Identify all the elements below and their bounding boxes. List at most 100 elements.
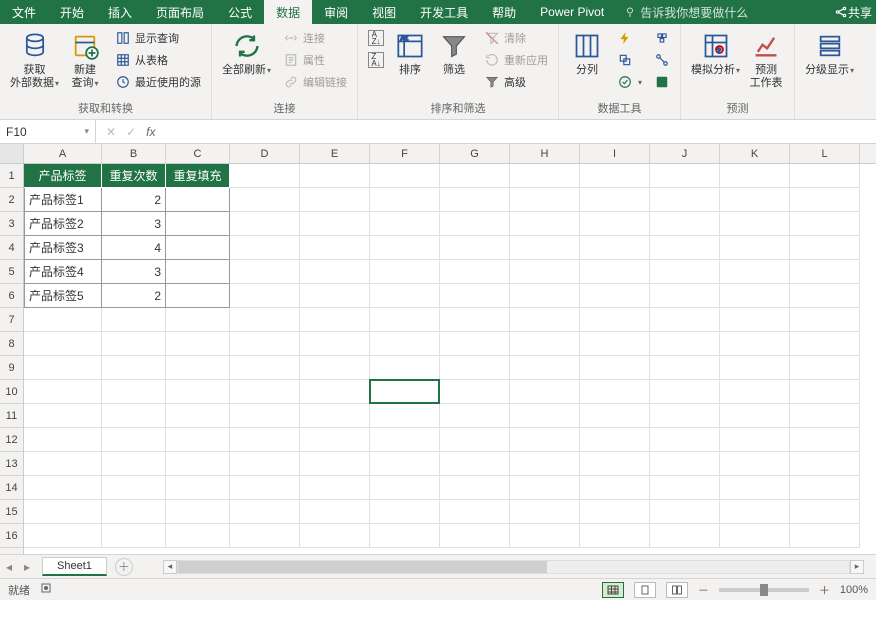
cell[interactable] xyxy=(230,308,300,332)
cell[interactable] xyxy=(102,476,166,500)
cell[interactable] xyxy=(580,284,650,308)
tab-home[interactable]: 开始 xyxy=(48,0,96,25)
row-header[interactable]: 3 xyxy=(0,212,23,236)
cell[interactable] xyxy=(230,356,300,380)
cell[interactable] xyxy=(440,164,510,188)
zoom-in-button[interactable]: ＋ xyxy=(819,582,830,598)
cell[interactable] xyxy=(370,188,440,212)
cell[interactable] xyxy=(166,452,230,476)
cell[interactable] xyxy=(166,212,230,236)
cell[interactable]: 产品标签5 xyxy=(24,284,102,308)
cell[interactable] xyxy=(370,260,440,284)
cell[interactable] xyxy=(720,356,790,380)
cell[interactable] xyxy=(580,356,650,380)
cell[interactable] xyxy=(102,380,166,404)
cell[interactable] xyxy=(230,332,300,356)
cell[interactable] xyxy=(510,284,580,308)
scroll-right-button[interactable]: ▸ xyxy=(850,560,864,574)
cell[interactable] xyxy=(24,380,102,404)
column-header[interactable]: H xyxy=(510,144,580,163)
cell[interactable] xyxy=(102,404,166,428)
row-header[interactable]: 9 xyxy=(0,356,23,380)
cell[interactable] xyxy=(790,260,860,284)
cell[interactable] xyxy=(510,308,580,332)
tab-developer[interactable]: 开发工具 xyxy=(408,0,480,25)
column-header[interactable]: J xyxy=(650,144,720,163)
whatif-button[interactable]: ? 模拟分析▾ xyxy=(687,28,744,79)
cell[interactable] xyxy=(580,260,650,284)
cell[interactable] xyxy=(166,308,230,332)
cell[interactable] xyxy=(300,308,370,332)
cell[interactable] xyxy=(650,332,720,356)
grid[interactable]: ABCDEFGHIJKL 产品标签重复次数重复填充产品标签12产品标签23产品标… xyxy=(24,144,876,554)
cell[interactable] xyxy=(370,332,440,356)
cell[interactable]: 2 xyxy=(102,284,166,308)
cell[interactable]: 4 xyxy=(102,236,166,260)
cell[interactable] xyxy=(440,476,510,500)
cell[interactable] xyxy=(230,404,300,428)
cell[interactable] xyxy=(720,260,790,284)
cell[interactable] xyxy=(650,428,720,452)
refresh-all-button[interactable]: 全部刷新▾ xyxy=(218,28,275,79)
cell[interactable] xyxy=(790,236,860,260)
cell[interactable] xyxy=(510,188,580,212)
zoom-out-button[interactable]: － xyxy=(698,582,709,598)
cell[interactable] xyxy=(230,284,300,308)
tab-view[interactable]: 视图 xyxy=(360,0,408,25)
cell[interactable] xyxy=(510,452,580,476)
show-queries-button[interactable]: 显示查询 xyxy=(111,28,205,48)
cell[interactable] xyxy=(300,524,370,548)
forecast-sheet-button[interactable]: 预测 工作表 xyxy=(744,28,788,92)
column-header[interactable]: K xyxy=(720,144,790,163)
horizontal-scrollbar[interactable]: ◂ ▸ xyxy=(163,560,864,574)
cell[interactable] xyxy=(166,524,230,548)
cell[interactable] xyxy=(650,452,720,476)
cell[interactable] xyxy=(166,500,230,524)
cell[interactable] xyxy=(650,164,720,188)
cell[interactable] xyxy=(510,164,580,188)
cell[interactable] xyxy=(440,260,510,284)
cell[interactable] xyxy=(370,236,440,260)
cell[interactable] xyxy=(510,380,580,404)
cell[interactable] xyxy=(440,332,510,356)
cell[interactable] xyxy=(580,380,650,404)
cell[interactable] xyxy=(24,524,102,548)
column-header[interactable]: F xyxy=(370,144,440,163)
cell[interactable] xyxy=(440,500,510,524)
cell[interactable] xyxy=(370,356,440,380)
cell[interactable] xyxy=(102,500,166,524)
cell[interactable] xyxy=(440,212,510,236)
cell[interactable]: 3 xyxy=(102,212,166,236)
data-validation-button[interactable]: ▾ xyxy=(613,72,646,92)
cell[interactable] xyxy=(300,476,370,500)
cell[interactable] xyxy=(440,428,510,452)
cell[interactable] xyxy=(580,308,650,332)
zoom-level[interactable]: 100% xyxy=(840,584,868,596)
sort-asc-button[interactable]: AZ↓ xyxy=(364,28,388,48)
cell[interactable] xyxy=(370,476,440,500)
cell[interactable] xyxy=(650,476,720,500)
cell[interactable] xyxy=(790,332,860,356)
remove-duplicates-button[interactable] xyxy=(613,50,646,70)
cell[interactable] xyxy=(580,428,650,452)
cell[interactable] xyxy=(370,284,440,308)
sheet-nav-next[interactable]: ▸ xyxy=(18,560,36,574)
cell[interactable] xyxy=(300,428,370,452)
zoom-slider[interactable] xyxy=(719,588,809,592)
cell[interactable] xyxy=(510,260,580,284)
scroll-left-button[interactable]: ◂ xyxy=(163,560,177,574)
cell[interactable] xyxy=(300,260,370,284)
cell[interactable] xyxy=(790,356,860,380)
cell[interactable] xyxy=(24,308,102,332)
consolidate-button[interactable] xyxy=(650,28,674,48)
view-normal-button[interactable] xyxy=(602,582,624,598)
add-sheet-button[interactable]: ＋ xyxy=(115,558,133,576)
cell[interactable] xyxy=(230,452,300,476)
cell[interactable] xyxy=(440,308,510,332)
cell[interactable] xyxy=(440,284,510,308)
tab-review[interactable]: 审阅 xyxy=(312,0,360,25)
row-header[interactable]: 15 xyxy=(0,500,23,524)
fx-icon[interactable]: fx xyxy=(146,125,155,139)
cell[interactable] xyxy=(510,404,580,428)
select-all-corner[interactable] xyxy=(0,144,23,164)
